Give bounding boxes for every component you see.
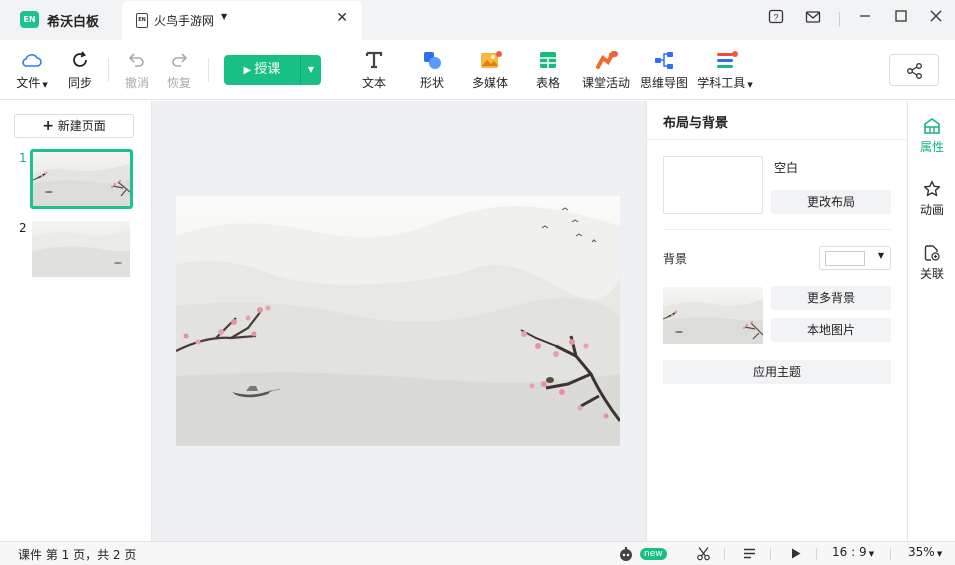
teach-button[interactable]: ▶ 授课 ▼ <box>224 55 321 85</box>
scissors-icon[interactable] <box>696 546 711 564</box>
main-toolbar: 文件 ▼ 同步 撤消 恢复 ▶ 授课 ▼ 文本 形状 多媒体 表格 课堂活动 思… <box>0 40 955 100</box>
play-icon: ▶ <box>243 65 255 76</box>
svg-text:?: ? <box>773 13 778 23</box>
local-image-button[interactable]: 本地图片 <box>771 318 891 342</box>
shape-tool-button[interactable]: 形状 <box>418 50 446 91</box>
background-label: 背景 <box>663 252 688 266</box>
close-tab-icon[interactable]: ✕ <box>336 10 348 26</box>
help-icon[interactable]: ? <box>766 9 786 29</box>
landscape-image <box>32 229 130 277</box>
document-icon: EN <box>136 13 148 28</box>
table-icon <box>540 52 556 68</box>
landscape-image <box>663 299 763 344</box>
new-page-button[interactable]: + 新建页面 <box>14 114 134 138</box>
side-tab-bar: 属性 动画 关联 <box>907 101 955 541</box>
media-tool-button[interactable]: 多媒体 <box>470 50 510 91</box>
assistant-icon[interactable] <box>618 546 634 565</box>
editing-canvas[interactable] <box>152 101 646 541</box>
more-backgrounds-button[interactable]: 更多背景 <box>771 286 891 310</box>
chevron-down-icon[interactable]: ▼ <box>301 55 321 85</box>
text-tool-button[interactable]: 文本 <box>360 50 388 91</box>
zoom-select[interactable]: 35% ▼ <box>908 545 942 559</box>
sync-icon <box>73 51 87 67</box>
change-layout-button[interactable]: 更改布局 <box>771 190 891 214</box>
activity-tool-button[interactable]: 课堂活动 <box>582 50 630 91</box>
tab-animation[interactable]: 动画 <box>908 180 955 218</box>
mindmap-tool-button[interactable]: 思维导图 <box>640 50 688 91</box>
divider <box>816 548 817 560</box>
link-icon <box>924 245 940 261</box>
toolbar-divider <box>108 58 109 82</box>
window-divider <box>839 12 840 27</box>
plus-icon: + <box>42 118 54 134</box>
mail-icon[interactable] <box>803 9 823 29</box>
sync-button[interactable]: 同步 <box>66 50 94 91</box>
app-logo-icon: EN <box>20 11 39 28</box>
color-swatch <box>825 251 865 266</box>
page-number: 2 <box>19 221 27 235</box>
cloud-icon <box>22 54 42 67</box>
maximize-icon[interactable] <box>891 9 911 29</box>
aspect-ratio-select[interactable]: 16 : 9 ▼ <box>832 545 874 559</box>
toolbar-divider <box>208 58 209 82</box>
star-icon <box>923 180 941 197</box>
redo-button[interactable]: 恢复 <box>164 50 194 91</box>
status-bar: 课件 第 1 页，共 2 页 new 16 : 9 ▼ 35% ▼ <box>0 541 955 565</box>
teach-main-button[interactable]: ▶ 授课 <box>224 55 300 85</box>
share-button[interactable] <box>889 54 939 86</box>
layout-name: 空白 <box>774 161 799 175</box>
page-thumbnail-1[interactable] <box>30 149 133 209</box>
background-color-select[interactable]: ▼ <box>819 246 891 270</box>
divider <box>770 548 771 560</box>
undo-icon <box>128 53 144 67</box>
background-preview[interactable] <box>663 287 763 344</box>
layout-preview[interactable] <box>663 156 763 214</box>
divider <box>890 548 891 560</box>
play-icon[interactable] <box>790 547 802 563</box>
tab-properties[interactable]: 属性 <box>908 117 955 155</box>
tab-title: 火鸟手游网 <box>154 14 215 28</box>
mindmap-icon <box>655 52 673 69</box>
file-menu-button[interactable]: 文件 ▼ <box>15 50 49 91</box>
page-list-panel: + 新建页面 1 2 <box>0 101 152 541</box>
minimize-icon[interactable] <box>855 9 875 29</box>
divider <box>663 229 891 230</box>
notes-icon[interactable] <box>742 546 757 564</box>
chevron-down-icon: ▼ <box>877 251 884 260</box>
title-bar: EN 希沃白板 EN 火鸟手游网 ▼ ✕ ? <box>0 0 955 40</box>
divider <box>647 139 908 140</box>
redo-icon <box>172 53 188 67</box>
subject-tools-button[interactable]: 学科工具 ▼ <box>697 50 753 91</box>
properties-panel: 布局与背景 空白 更改布局 背景 ▼ 更多背景 本地图片 应用主题 <box>646 101 908 541</box>
undo-button[interactable]: 撤消 <box>122 50 152 91</box>
document-tab[interactable]: EN 火鸟手游网 ▼ ✕ <box>122 1 362 40</box>
table-tool-button[interactable]: 表格 <box>534 50 562 91</box>
page-number: 1 <box>19 151 27 165</box>
close-window-icon[interactable] <box>926 9 946 29</box>
page-thumbnail-2[interactable] <box>32 221 130 277</box>
text-icon <box>365 51 383 69</box>
apply-theme-button[interactable]: 应用主题 <box>663 360 891 384</box>
landscape-image <box>33 164 130 206</box>
shape-icon <box>424 52 441 69</box>
notification-dot <box>496 51 502 57</box>
new-badge: new <box>640 548 667 560</box>
divider <box>724 548 725 560</box>
chevron-down-icon[interactable]: ▼ <box>221 12 227 21</box>
notification-dot <box>612 51 618 57</box>
ink-landscape-image <box>176 206 620 446</box>
layout-icon <box>924 118 940 134</box>
notification-dot <box>732 51 738 57</box>
panel-title: 布局与背景 <box>663 116 729 131</box>
current-slide[interactable] <box>176 196 620 446</box>
app-name: 希沃白板 <box>47 15 100 30</box>
page-info: 课件 第 1 页，共 2 页 <box>18 548 137 562</box>
tab-link[interactable]: 关联 <box>908 244 955 282</box>
share-icon <box>907 63 922 79</box>
